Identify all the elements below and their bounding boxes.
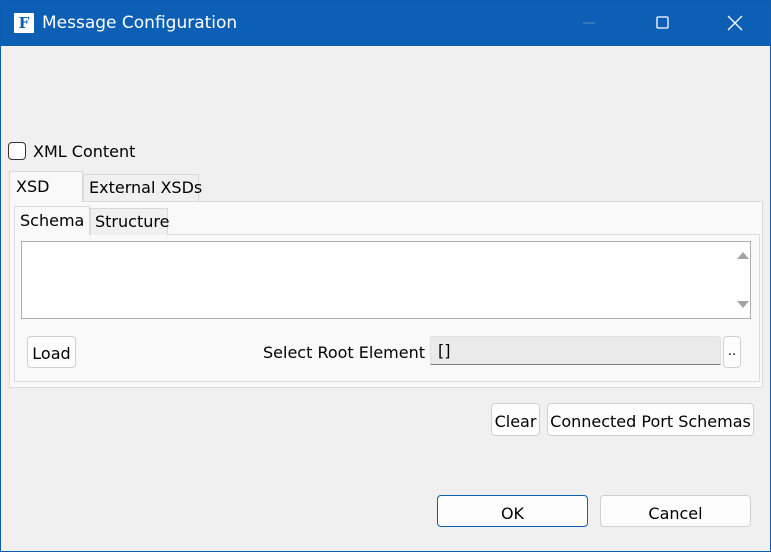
select-root-element-label: Select Root Element: [263, 343, 426, 362]
minimize-button[interactable]: [555, 1, 623, 46]
tab-schema[interactable]: Schema: [14, 206, 90, 235]
app-logo-icon: F: [13, 12, 35, 34]
maximize-button[interactable]: [629, 1, 697, 46]
xml-content-label[interactable]: XML Content: [33, 141, 135, 163]
tab-structure[interactable]: Structure: [90, 208, 169, 235]
clear-button[interactable]: Clear: [491, 403, 540, 436]
tab-xsd[interactable]: XSD: [9, 171, 83, 202]
root-element-field[interactable]: []: [430, 336, 721, 365]
close-icon: [727, 15, 743, 31]
window-title: Message Configuration: [42, 13, 238, 33]
xml-content-checkbox[interactable]: [8, 142, 26, 160]
title-bar[interactable]: F Message Configuration: [1, 1, 770, 46]
maximize-icon: [656, 16, 669, 29]
browse-root-element-button[interactable]: ..: [723, 336, 741, 368]
schema-textarea[interactable]: [21, 241, 751, 319]
tab-external-xsds[interactable]: External XSDs: [83, 174, 202, 201]
load-button[interactable]: Load: [27, 336, 76, 368]
ok-button[interactable]: OK: [437, 495, 588, 527]
cancel-button[interactable]: Cancel: [600, 495, 751, 527]
minimize-icon: [583, 22, 595, 24]
close-button[interactable]: [701, 1, 769, 46]
message-configuration-window: F Message Configuration XML Content XSD …: [0, 0, 771, 552]
connected-port-schemas-button[interactable]: Connected Port Schemas: [547, 403, 754, 436]
